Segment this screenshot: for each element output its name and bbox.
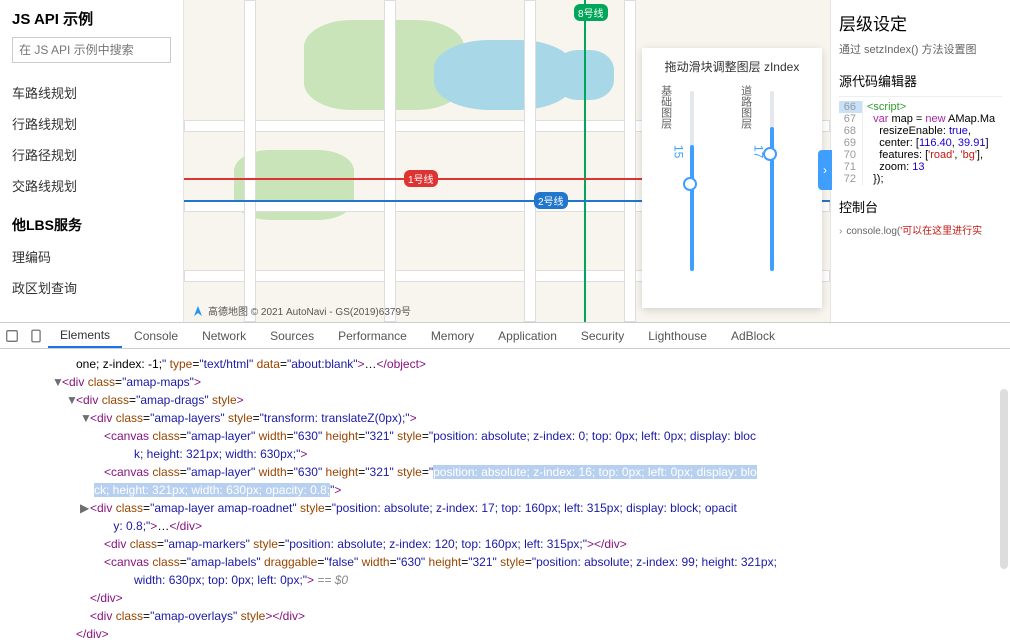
- collapse-panel-button[interactable]: ›: [818, 150, 832, 190]
- code-line-67[interactable]: 67 var map = new AMap.Ma: [839, 113, 1002, 125]
- dom-node-8[interactable]: <canvas class="amap-labels" draggable="f…: [10, 553, 1000, 589]
- scrollbar[interactable]: [1000, 389, 1008, 569]
- devtools-panel: ElementsConsoleNetworkSourcesPerformance…: [0, 322, 1010, 642]
- devtools-tab-security[interactable]: Security: [569, 323, 636, 348]
- dom-node-3[interactable]: ▼<div class="amap-layers" style="transfo…: [10, 409, 1000, 427]
- devtools-tab-console[interactable]: Console: [122, 323, 190, 348]
- slider-thumb[interactable]: [683, 177, 697, 191]
- sidebar-group-item-1[interactable]: 政区划查询: [12, 272, 171, 303]
- sidebar-item-2[interactable]: 行路径规划: [12, 139, 171, 170]
- sidebar-item-3[interactable]: 交路线规划: [12, 170, 171, 201]
- devtools-tab-sources[interactable]: Sources: [258, 323, 326, 348]
- devtools-tab-application[interactable]: Application: [486, 323, 569, 348]
- dom-node-0[interactable]: one; z-index: -1;" type="text/html" data…: [10, 355, 1000, 373]
- code-line-69[interactable]: 69 center: [116.40, 39.91]: [839, 137, 1002, 149]
- devtools-tab-adblock[interactable]: AdBlock: [719, 323, 787, 348]
- code-line-71[interactable]: 71 zoom: 13: [839, 161, 1002, 173]
- dom-node-7[interactable]: <div class="amap-markers" style="positio…: [10, 535, 1000, 553]
- console-label: 控制台: [839, 197, 1002, 216]
- slider-thumb[interactable]: [763, 147, 777, 161]
- rail-label-2: 2号线: [534, 192, 568, 209]
- slider-label: 基础图层: [658, 85, 674, 129]
- code-line-70[interactable]: 70 features: ['road', 'bg'],: [839, 149, 1002, 161]
- sidebar: JS API 示例 车路线规划行路线规划行路径规划交路线规划 他LBS服务 理编…: [0, 0, 184, 322]
- console-output: ›console.log('可以在这里进行实: [839, 222, 1002, 237]
- device-icon[interactable]: [24, 329, 48, 343]
- map-attribution: 高德地图 © 2021 AutoNavi - GS(2019)6379号: [192, 303, 411, 318]
- devtools-tabs: ElementsConsoleNetworkSourcesPerformance…: [0, 323, 1010, 349]
- devtools-tab-network[interactable]: Network: [190, 323, 258, 348]
- panel-subtitle: 通过 setzIndex() 方法设置图: [839, 41, 1002, 57]
- map-canvas[interactable]: 8号线 1号线 2号线 ↖ 高德地图 © 2021 AutoNavi - GS(…: [184, 0, 830, 322]
- code-editor[interactable]: 66<script>67 var map = new AMap.Ma68 res…: [839, 96, 1002, 185]
- sidebar-item-1[interactable]: 行路线规划: [12, 108, 171, 139]
- dom-node-5[interactable]: <canvas class="amap-layer" width="630" h…: [10, 463, 1000, 499]
- code-line-66[interactable]: 66<script>: [839, 101, 1002, 113]
- devtools-tab-memory[interactable]: Memory: [419, 323, 486, 348]
- dom-node-6[interactable]: ▶<div class="amap-layer amap-roadnet" st…: [10, 499, 1000, 535]
- rail-label-8: 8号线: [574, 4, 608, 21]
- right-panel: 层级设定 通过 setzIndex() 方法设置图 源代码编辑器 66<scri…: [830, 0, 1010, 322]
- location-icon: [192, 305, 204, 317]
- elements-panel[interactable]: one; z-index: -1;" type="text/html" data…: [0, 349, 1010, 639]
- devtools-tab-elements[interactable]: Elements: [48, 323, 122, 348]
- code-line-68[interactable]: 68 resizeEnable: true,: [839, 125, 1002, 137]
- devtools-tab-performance[interactable]: Performance: [326, 323, 419, 348]
- editor-label: 源代码编辑器: [839, 71, 1002, 90]
- dom-node-11[interactable]: </div>: [10, 625, 1000, 639]
- dom-node-4[interactable]: <canvas class="amap-layer" width="630" h…: [10, 427, 1000, 463]
- sidebar-title: JS API 示例: [12, 8, 171, 29]
- slider-0: 基础图层 15: [654, 85, 731, 295]
- sidebar-item-0[interactable]: 车路线规划: [12, 77, 171, 108]
- slider-1: 道路图层 17: [734, 85, 811, 295]
- rail-label-1: 1号线: [404, 170, 438, 187]
- devtools-tab-lighthouse[interactable]: Lighthouse: [636, 323, 719, 348]
- dom-node-2[interactable]: ▼<div class="amap-drags" style>: [10, 391, 1000, 409]
- slider-track[interactable]: [690, 91, 694, 271]
- code-line-72[interactable]: 72 });: [839, 173, 1002, 185]
- dom-node-9[interactable]: </div>: [10, 589, 1000, 607]
- search-input[interactable]: [12, 37, 171, 63]
- zindex-slider-panel: 拖动滑块调整图层 zIndex 基础图层 15 道路图层 17: [642, 48, 822, 308]
- inspect-icon[interactable]: [0, 329, 24, 343]
- slider-value: 15: [672, 145, 686, 158]
- panel-title: 层级设定: [839, 10, 1002, 35]
- nav-group-lbs: 他LBS服务: [12, 215, 171, 235]
- slider-track[interactable]: [770, 91, 774, 271]
- slider-label: 道路图层: [738, 85, 754, 129]
- dom-node-10[interactable]: <div class="amap-overlays" style></div>: [10, 607, 1000, 625]
- sidebar-group-item-0[interactable]: 理编码: [12, 241, 171, 272]
- slider-panel-title: 拖动滑块调整图层 zIndex: [652, 58, 812, 75]
- dom-node-1[interactable]: ▼<div class="amap-maps">: [10, 373, 1000, 391]
